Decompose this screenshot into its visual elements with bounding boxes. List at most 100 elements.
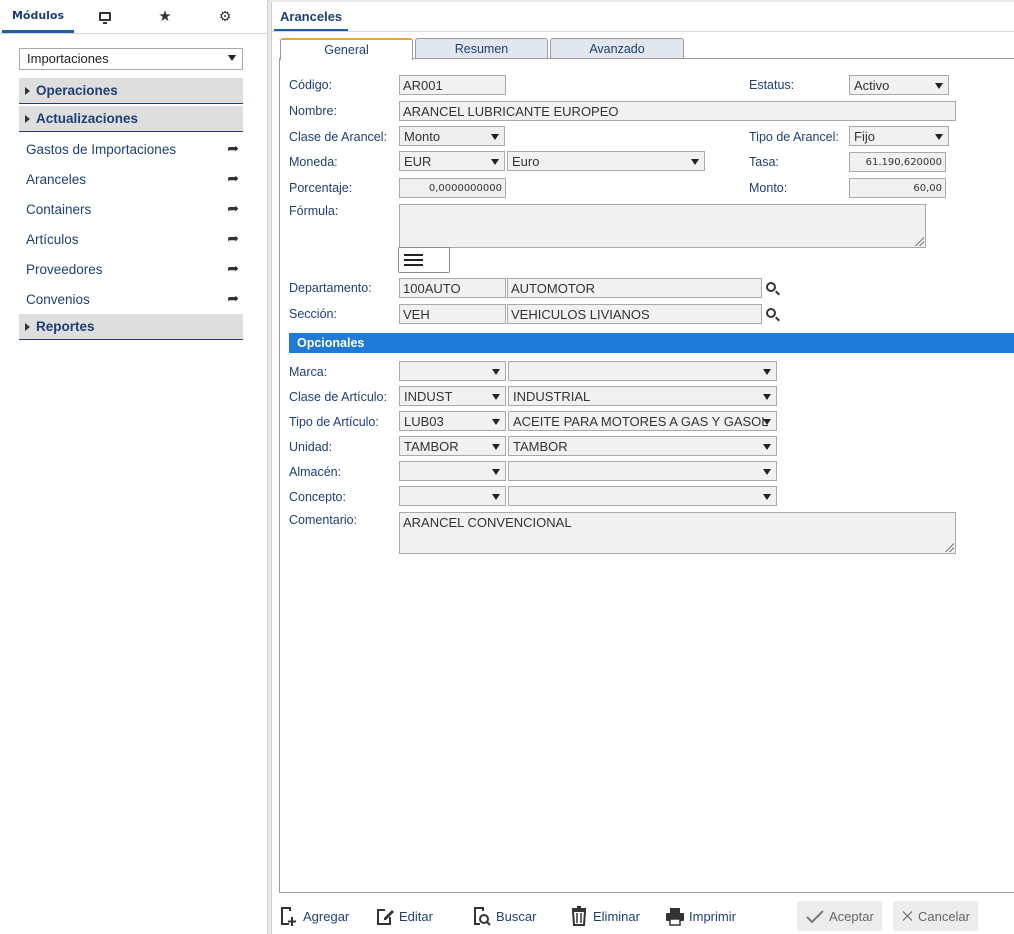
select-value: Activo [854, 78, 890, 93]
seccion-code-field[interactable]: VEH [399, 304, 506, 324]
label-unidad: Unidad: [289, 440, 333, 454]
departamento-name-field[interactable]: AUTOMOTOR [507, 278, 762, 298]
section-label: Actualizaciones [36, 111, 139, 126]
comentario-textarea[interactable]: ARANCEL CONVENCIONAL [399, 512, 956, 554]
concepto-name-select[interactable] [508, 486, 777, 506]
clase-articulo-code-select[interactable]: INDUST [399, 386, 506, 406]
tab-favorites[interactable]: ★ [135, 0, 195, 33]
label-departamento: Departamento: [289, 281, 372, 295]
codigo-field[interactable]: AR001 [399, 75, 506, 95]
formula-menu-button[interactable] [398, 247, 450, 273]
label-almacen: Almacén: [289, 465, 342, 479]
document-panel: Aranceles General Resumen Avanzado Códig… [271, 2, 1014, 934]
subtab-general[interactable]: General [280, 38, 413, 60]
nav-item-gastos[interactable]: Gastos de Importaciones ➦ [19, 138, 243, 162]
label-estatus: Estatus: [749, 78, 795, 92]
resize-grip-icon[interactable] [945, 543, 954, 552]
nav-item-aranceles[interactable]: Aranceles ➦ [19, 168, 243, 192]
search-icon[interactable] [766, 282, 776, 292]
nav-item-convenios[interactable]: Convenios ➦ [19, 288, 243, 312]
section-label: Operaciones [36, 83, 118, 98]
search-icon[interactable] [766, 308, 776, 318]
clase-articulo-name-select[interactable]: INDUSTRIAL [508, 386, 777, 406]
select-value: EUR [404, 154, 432, 169]
monto-field[interactable]: 60,00 [849, 178, 946, 198]
check-icon [806, 910, 824, 924]
unidad-code-select[interactable]: TAMBOR [399, 436, 506, 456]
modules-panel: Módulos ★ ⚙ Importaciones Operaciones Ac… [0, 0, 268, 934]
editar-label: Editar [399, 908, 433, 924]
chevron-down-icon [492, 369, 500, 375]
share-arrow-icon[interactable]: ➦ [227, 140, 239, 157]
section-reportes[interactable]: Reportes [19, 314, 243, 340]
chevron-down-icon [691, 159, 699, 165]
porcentaje-field[interactable]: 0,0000000000 [399, 178, 506, 198]
tab-modulos[interactable]: Módulos [2, 0, 74, 33]
share-arrow-icon[interactable]: ➦ [227, 170, 239, 187]
share-arrow-icon[interactable]: ➦ [227, 230, 239, 247]
section-actualizaciones[interactable]: Actualizaciones [19, 106, 243, 132]
section-label: Reportes [36, 319, 95, 334]
departamento-code-field[interactable]: 100AUTO [399, 278, 506, 298]
resize-grip-icon[interactable] [915, 237, 924, 246]
marca-code-select[interactable] [399, 361, 506, 381]
trash-icon [571, 906, 587, 926]
tipo-articulo-name-select[interactable]: ACEITE PARA MOTORES A GAS Y GASOL [508, 411, 777, 431]
hamburger-line [404, 259, 423, 261]
nav-item-articulos[interactable]: Artículos ➦ [19, 228, 243, 252]
label-codigo: Código: [289, 78, 333, 92]
almacen-name-select[interactable] [508, 461, 777, 481]
select-value: Monto [404, 129, 441, 144]
imprimir-button[interactable]: Imprimir [665, 901, 736, 931]
share-arrow-icon[interactable]: ➦ [227, 200, 239, 217]
chevron-down-icon [492, 469, 500, 475]
estatus-select[interactable]: Activo [849, 75, 949, 95]
tipo-articulo-code-select[interactable]: LUB03 [399, 411, 506, 431]
share-arrow-icon[interactable]: ➦ [227, 290, 239, 307]
tipo-arancel-select[interactable]: Fijo [849, 126, 949, 146]
select-value: TAMBOR [404, 439, 459, 454]
clase-arancel-select[interactable]: Monto [399, 126, 505, 146]
chevron-down-icon [491, 159, 499, 165]
subtab-resumen[interactable]: Resumen [415, 38, 548, 59]
share-arrow-icon[interactable]: ➦ [227, 260, 239, 277]
label-clase-articulo: Clase de Artículo: [289, 390, 387, 404]
subtab-avanzado[interactable]: Avanzado [550, 38, 684, 59]
chevron-down-icon [763, 444, 771, 450]
hamburger-line [404, 254, 423, 256]
formula-textarea[interactable] [399, 204, 926, 248]
nav-item-proveedores[interactable]: Proveedores ➦ [19, 258, 243, 282]
aceptar-button[interactable]: Aceptar [797, 901, 882, 931]
moneda-name-select[interactable]: Euro [507, 151, 705, 171]
cancelar-button[interactable]: Cancelar [893, 901, 978, 931]
agregar-button[interactable]: Agregar [279, 901, 349, 931]
module-select[interactable]: Importaciones [19, 48, 243, 70]
almacen-code-select[interactable] [399, 461, 506, 481]
nav-item-containers[interactable]: Containers ➦ [19, 198, 243, 222]
eliminar-button[interactable]: Eliminar [569, 901, 640, 931]
tab-aranceles[interactable]: Aranceles [274, 2, 349, 32]
moneda-code-select[interactable]: EUR [399, 151, 505, 171]
label-tasa: Tasa: [749, 155, 779, 169]
concepto-code-select[interactable] [399, 486, 506, 506]
chevron-down-icon [935, 134, 943, 140]
chevron-down-icon [763, 419, 771, 425]
tab-settings[interactable]: ⚙ [195, 0, 255, 33]
tab-divider [272, 31, 1014, 32]
unidad-name-select[interactable]: TAMBOR [508, 436, 777, 456]
tasa-field[interactable]: 61.190,620000 [849, 152, 946, 172]
label-moneda: Moneda: [289, 155, 338, 169]
seccion-name-field[interactable]: VEHICULOS LIVIANOS [507, 304, 762, 324]
monitor-icon [99, 12, 111, 24]
nombre-field[interactable]: ARANCEL LUBRICANTE EUROPEO [399, 101, 956, 121]
chevron-down-icon [763, 394, 771, 400]
tab-screens[interactable] [75, 0, 135, 33]
add-document-icon [281, 907, 296, 926]
editar-button[interactable]: Editar [375, 901, 433, 931]
module-select-value: Importaciones [27, 51, 109, 66]
buscar-button[interactable]: Buscar [472, 901, 536, 931]
section-operaciones[interactable]: Operaciones [19, 78, 243, 104]
opcionales-header: Opcionales [289, 333, 1014, 353]
select-value: Fijo [854, 129, 875, 144]
marca-name-select[interactable] [508, 361, 777, 381]
